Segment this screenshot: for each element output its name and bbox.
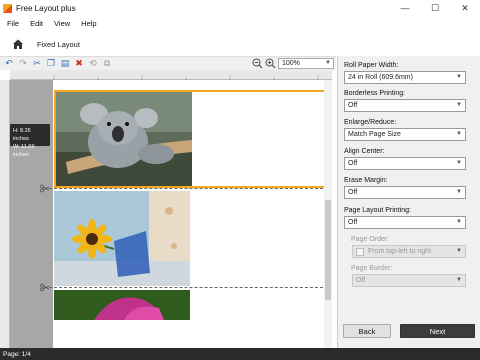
- scissors-icon[interactable]: [40, 184, 49, 193]
- app-icon: [3, 3, 12, 13]
- close-button[interactable]: ✕: [450, 0, 480, 16]
- paste-icon[interactable]: ▤: [60, 58, 70, 69]
- delete-icon[interactable]: ✖: [74, 58, 84, 69]
- status-bar: Page: 1/4: [0, 348, 480, 360]
- chevron-down-icon: ▼: [325, 60, 331, 66]
- size-tip-width: W: 11.69 inches: [13, 144, 35, 158]
- page-border-value: Off: [356, 277, 366, 284]
- sunflower-image[interactable]: [54, 191, 190, 286]
- undo-icon[interactable]: ↶: [4, 58, 14, 69]
- window-title: Free Layout plus: [16, 3, 76, 13]
- crop-icon[interactable]: ⧉: [102, 58, 112, 69]
- menu-view[interactable]: View: [54, 19, 70, 28]
- cut-icon[interactable]: ✂: [32, 58, 42, 69]
- page-layout-printing-label: Page Layout Printing:: [344, 207, 411, 214]
- enlarge-reduce-select[interactable]: Match Page Size ▼: [344, 128, 466, 141]
- page-divider: [44, 188, 328, 189]
- menu-file[interactable]: File: [7, 19, 19, 28]
- align-center-label: Align Center:: [344, 148, 385, 155]
- breadcrumb: Fixed Layout: [0, 31, 480, 57]
- menu-bar: File Edit View Help: [0, 16, 480, 30]
- menu-edit[interactable]: Edit: [30, 19, 43, 28]
- zoom-value: 100%: [282, 60, 300, 67]
- page-layout-printing-select[interactable]: Off ▼: [344, 216, 466, 229]
- page-border-label: Page Border:: [351, 265, 393, 272]
- horizontal-ruler: [10, 70, 332, 80]
- page-order-select[interactable]: From top-left to right ▼: [352, 245, 466, 258]
- chevron-down-icon: ▼: [456, 219, 462, 225]
- enlarge-reduce-label: Enlarge/Reduce:: [344, 119, 397, 126]
- borderless-printing-value: Off: [348, 102, 358, 109]
- rotate-icon[interactable]: ⟲: [88, 58, 98, 69]
- roll-paper-width-label: Roll Paper Width:: [344, 62, 399, 69]
- zoom-select[interactable]: 100% ▼: [278, 58, 334, 69]
- back-button[interactable]: Back: [343, 324, 391, 338]
- chevron-down-icon: ▼: [456, 131, 462, 137]
- chevron-down-icon: ▼: [456, 74, 462, 80]
- chevron-down-icon: ▼: [456, 277, 462, 283]
- zoom-out-icon[interactable]: [252, 58, 263, 69]
- page-indicator: Page: 1/4: [3, 350, 31, 358]
- enlarge-reduce-value: Match Page Size: [348, 131, 401, 138]
- title-bar: Free Layout plus — ☐ ✕: [0, 0, 480, 16]
- scrollbar-thumb[interactable]: [325, 200, 331, 300]
- borderless-printing-select[interactable]: Off ▼: [344, 99, 466, 112]
- chevron-down-icon: ▼: [456, 102, 462, 108]
- settings-panel: Roll Paper Width: 24 in Roll (609.6mm) ▼…: [337, 56, 480, 348]
- page-layout-printing-value: Off: [348, 219, 358, 226]
- copy-icon[interactable]: ❐: [46, 58, 56, 69]
- page-order-icon: [356, 247, 364, 256]
- align-center-select[interactable]: Off ▼: [344, 157, 466, 170]
- koala-image[interactable]: [56, 92, 192, 186]
- page-frame-selected[interactable]: [54, 90, 326, 188]
- chevron-down-icon: ▼: [456, 160, 462, 166]
- ruler-ticks: [53, 75, 319, 80]
- roll-paper-width-value: 24 in Roll (609.6mm): [348, 74, 413, 81]
- align-center-value: Off: [348, 160, 358, 167]
- size-tip-height: H: 8.26 inches: [13, 128, 31, 142]
- chevron-down-icon: ▼: [456, 248, 462, 254]
- minimize-button[interactable]: —: [390, 0, 420, 16]
- page-divider: [44, 287, 328, 288]
- borderless-printing-label: Borderless Printing:: [344, 90, 406, 97]
- page-order-label: Page Order:: [351, 236, 390, 243]
- breadcrumb-label: Fixed Layout: [37, 39, 80, 49]
- scissors-icon[interactable]: [40, 283, 49, 292]
- erase-margin-label: Erase Margin:: [344, 177, 388, 184]
- pink-flower-image[interactable]: [54, 290, 190, 320]
- maximize-button[interactable]: ☐: [420, 0, 450, 16]
- menu-help[interactable]: Help: [81, 19, 96, 28]
- next-button[interactable]: Next: [400, 324, 475, 338]
- page-border-select[interactable]: Off ▼: [352, 274, 466, 287]
- toolbar: ↶ ↷ ✂ ❐ ▤ ✖ ⟲ ⧉ 100% ▼: [0, 56, 336, 70]
- vertical-scrollbar[interactable]: [324, 80, 332, 348]
- zoom-in-icon[interactable]: [265, 58, 276, 69]
- roll-paper-width-select[interactable]: 24 in Roll (609.6mm) ▼: [344, 71, 466, 84]
- erase-margin-select[interactable]: Off ▼: [344, 186, 466, 199]
- zoom-controls: 100% ▼: [252, 58, 334, 69]
- home-icon[interactable]: [12, 38, 24, 50]
- page-order-value: From top-left to right: [368, 248, 432, 255]
- chevron-down-icon: ▼: [456, 189, 462, 195]
- vertical-ruler: [0, 80, 10, 348]
- page-size-tooltip: H: 8.26 inches W: 11.69 inches: [10, 124, 50, 158]
- erase-margin-value: Off: [348, 189, 358, 196]
- redo-icon[interactable]: ↷: [18, 58, 28, 69]
